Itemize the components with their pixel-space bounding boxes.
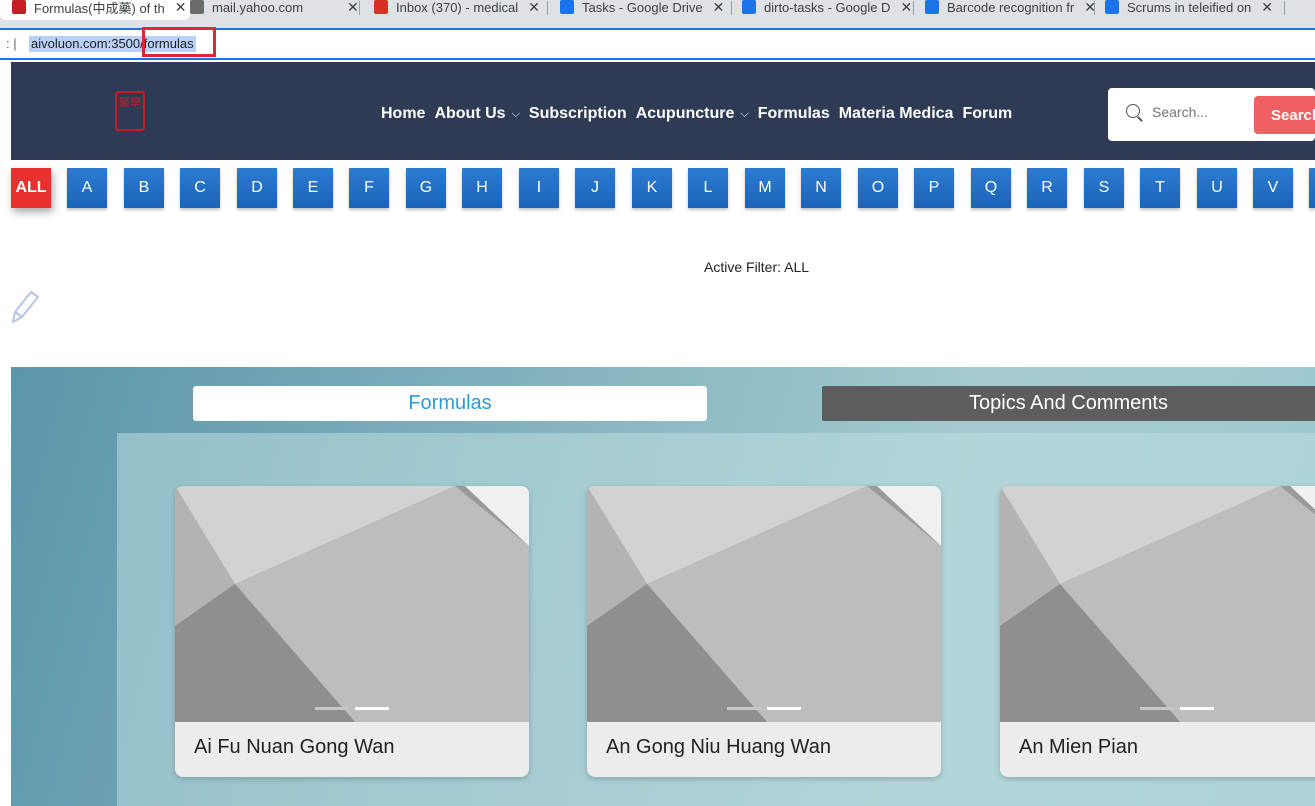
nav-formulas[interactable]: Formulas	[758, 105, 830, 123]
browser-tab-dirto[interactable]: dirto-tasks - Google D ✕	[742, 0, 914, 20]
browser-tab-yahoo[interactable]: mail.yahoo.com ✕	[190, 0, 360, 20]
filter-letter-g[interactable]: G	[406, 168, 446, 208]
filter-letter-s[interactable]: S	[1084, 168, 1124, 208]
yahoo-favicon-icon	[190, 0, 204, 14]
close-icon[interactable]: ✕	[347, 0, 359, 16]
docs-favicon-icon	[925, 0, 939, 14]
chevron-down-icon: ⌵	[740, 107, 749, 120]
search-input[interactable]	[1152, 104, 1252, 120]
close-icon[interactable]: ✕	[175, 0, 187, 16]
filter-letter-v[interactable]: V	[1253, 168, 1293, 208]
filter-letter-o[interactable]: O	[858, 168, 898, 208]
formula-card[interactable]: An Mien Pian	[1000, 486, 1315, 777]
browser-tab-formulas[interactable]: Formulas(中成藥) of th ✕	[0, 0, 190, 20]
formulas-section: Formulas Topics And Comments Ai Fu Nuan …	[11, 367, 1315, 806]
formula-image	[175, 486, 529, 722]
nav-forum[interactable]: Forum	[962, 105, 1012, 123]
filter-letter-l[interactable]: L	[688, 168, 728, 208]
formula-title[interactable]: An Mien Pian	[1019, 736, 1138, 759]
filter-letter-a[interactable]: A	[67, 168, 107, 208]
tab-title: Formulas(中成藥) of th	[34, 0, 165, 16]
formula-card[interactable]: An Gong Niu Huang Wan	[587, 486, 941, 777]
search-box: Search	[1108, 88, 1315, 141]
close-icon[interactable]: ✕	[713, 0, 725, 16]
filter-letter-h[interactable]: H	[462, 168, 502, 208]
browser-tabstrip: Formulas(中成藥) of th ✕ mail.yahoo.com ✕ I…	[0, 0, 1315, 28]
filter-letter-m[interactable]: M	[745, 168, 785, 208]
chevron-down-icon: ⌵	[511, 107, 520, 120]
browser-tab-scrums[interactable]: Scrums in teleified on ✕	[1105, 0, 1285, 20]
filter-letter-c[interactable]: C	[180, 168, 220, 208]
tab-formulas[interactable]: Formulas	[193, 386, 707, 421]
site-logo[interactable]: 醫學	[115, 91, 145, 131]
filter-letter-i[interactable]: I	[519, 168, 559, 208]
tab-title: dirto-tasks - Google D	[764, 0, 891, 15]
filter-letter-e[interactable]: E	[293, 168, 333, 208]
filter-letter-r[interactable]: R	[1027, 168, 1067, 208]
formula-title[interactable]: Ai Fu Nuan Gong Wan	[194, 736, 394, 759]
gmail-favicon-icon	[374, 0, 388, 14]
filter-letter-q[interactable]: Q	[971, 168, 1011, 208]
nav-about-us[interactable]: About Us ⌵	[434, 105, 519, 123]
filter-letter-b[interactable]: B	[124, 168, 164, 208]
active-filter-label: Active Filter: ALL	[704, 259, 810, 275]
search-button[interactable]: Search	[1254, 96, 1315, 134]
nav-home[interactable]: Home	[381, 105, 425, 123]
address-separator: : |	[6, 36, 17, 51]
filter-letter-k[interactable]: K	[632, 168, 672, 208]
nav-materia-medica[interactable]: Materia Medica	[839, 105, 954, 123]
browser-tab-barcode[interactable]: Barcode recognition fr ✕	[925, 0, 1095, 20]
filter-letter-j[interactable]: J	[575, 168, 615, 208]
formula-image	[587, 486, 941, 722]
search-icon	[1126, 104, 1140, 118]
formula-card[interactable]: Ai Fu Nuan Gong Wan	[175, 486, 529, 777]
docs-favicon-icon	[742, 0, 756, 14]
docs-favicon-icon	[1105, 0, 1119, 14]
tab-title: Inbox (370) - medical	[396, 0, 519, 15]
tab-title: mail.yahoo.com	[212, 0, 304, 15]
tab-title: Tasks - Google Drive	[582, 0, 703, 15]
filter-letter-u[interactable]: U	[1197, 168, 1237, 208]
close-icon[interactable]: ✕	[528, 0, 540, 16]
filter-letter-t[interactable]: T	[1140, 168, 1180, 208]
nav-subscription[interactable]: Subscription	[529, 105, 627, 123]
address-bar[interactable]: : | aivoluon.com:3500/formulas	[0, 27, 1315, 60]
filter-letter-n[interactable]: N	[801, 168, 841, 208]
site-favicon-icon	[12, 0, 26, 14]
filter-all-button[interactable]: ALL	[11, 168, 51, 208]
filter-letter-d[interactable]: D	[237, 168, 277, 208]
formula-image	[1000, 486, 1315, 722]
browser-tab-drive[interactable]: Tasks - Google Drive ✕	[560, 0, 732, 20]
formula-title[interactable]: An Gong Niu Huang Wan	[606, 736, 831, 759]
browser-tab-gmail[interactable]: Inbox (370) - medical ✕	[374, 0, 548, 20]
filter-letter-f[interactable]: F	[349, 168, 389, 208]
nav-acupuncture[interactable]: Acupuncture ⌵	[636, 105, 749, 123]
filter-letter-p[interactable]: P	[914, 168, 954, 208]
drive-favicon-icon	[560, 0, 574, 14]
site-header: 醫學 Home About Us ⌵ Subscription Acupunctu…	[11, 62, 1315, 160]
close-icon[interactable]: ✕	[1261, 0, 1273, 16]
pencil-icon	[12, 291, 39, 323]
url-highlight-box	[142, 27, 216, 57]
tab-title: Scrums in teleified on	[1127, 0, 1252, 15]
carousel-indicators[interactable]	[727, 707, 807, 711]
main-nav: Home About Us ⌵ Subscription Acupuncture ⌵…	[381, 105, 1012, 123]
carousel-indicators[interactable]	[1140, 707, 1220, 711]
tab-topics-and-comments[interactable]: Topics And Comments	[822, 386, 1315, 421]
close-icon[interactable]: ✕	[900, 0, 912, 16]
filter-letter-partial[interactable]	[1309, 168, 1315, 208]
tab-title: Barcode recognition fr	[947, 0, 1075, 15]
carousel-indicators[interactable]	[315, 707, 395, 711]
